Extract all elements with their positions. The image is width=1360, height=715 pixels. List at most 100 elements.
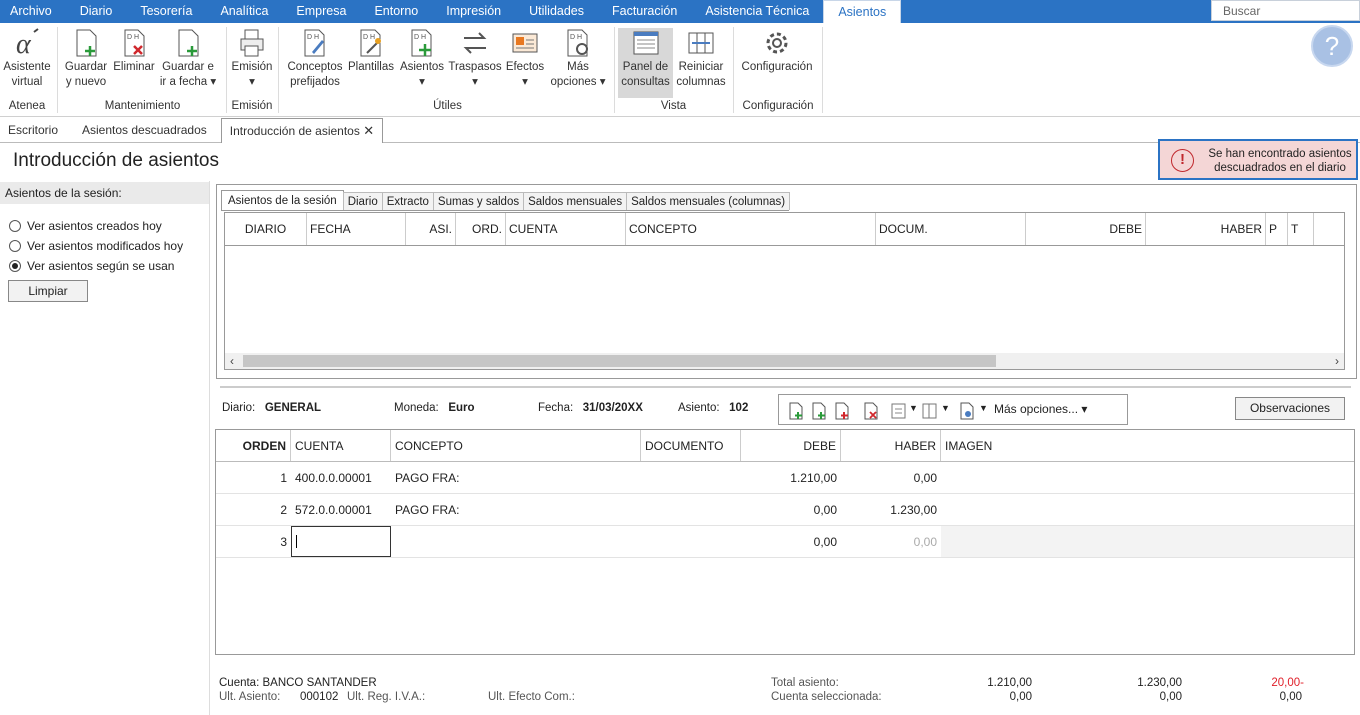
table-row-new[interactable]: 3 0,00 0,00 (216, 526, 1354, 558)
asistente-virtual-button[interactable]: α Asistente virtual (2, 28, 52, 90)
reiniciar-columnas-button[interactable]: Reiniciar columnas (675, 28, 727, 90)
efectos-button[interactable]: Efectos ▾ (504, 28, 546, 90)
tab-introduccion-asientos[interactable]: Introducción de asientos ✕ (220, 118, 384, 143)
tab-asientos-descuadrados[interactable]: Asientos descuadrados (74, 118, 215, 142)
columns-icon (688, 32, 714, 54)
plantillas-button[interactable]: D H Plantillas (346, 28, 396, 75)
cell-concepto[interactable] (391, 526, 641, 557)
col-haber[interactable]: HABER (841, 430, 941, 461)
col-imagen[interactable]: IMAGEN (941, 430, 1061, 461)
menu-diario[interactable]: Diario (66, 0, 127, 23)
conceptos-prefijados-button[interactable]: D H Conceptos prefijados (285, 28, 345, 90)
limpiar-button[interactable]: Limpiar (8, 280, 88, 302)
cell-concepto[interactable]: PAGO FRA: (391, 494, 641, 525)
subtab-sumas-saldos[interactable]: Sumas y saldos (432, 192, 525, 210)
insert-line-icon[interactable] (811, 402, 827, 420)
col-diario[interactable]: DIARIO (225, 213, 307, 245)
group-separator (614, 27, 615, 113)
cell-concepto[interactable]: PAGO FRA: (391, 462, 641, 493)
radio-creados-hoy[interactable]: Ver asientos creados hoy (9, 219, 162, 233)
group-label-atenea: Atenea (8, 100, 46, 112)
append-line-icon[interactable] (834, 402, 850, 420)
col-haber[interactable]: HABER (1146, 213, 1266, 245)
col-ord[interactable]: ORD. (456, 213, 506, 245)
menu-utilidades[interactable]: Utilidades (515, 0, 598, 23)
col-debe[interactable]: DEBE (1026, 213, 1146, 245)
guardar-y-nuevo-button[interactable]: Guardar y nuevo (63, 28, 109, 90)
dropdown-arrow-icon[interactable]: ▼ (909, 403, 918, 413)
col-concepto[interactable]: CONCEPTO (391, 430, 641, 461)
subtab-diario[interactable]: Diario (342, 192, 383, 210)
subtab-saldos-mensuales[interactable]: Saldos mensuales (523, 192, 628, 210)
menu-tesoreria[interactable]: Tesorería (126, 0, 206, 23)
cell-documento[interactable] (641, 462, 741, 493)
cell-debe[interactable]: 0,00 (741, 494, 841, 525)
col-documento[interactable]: DOCUMENTO (641, 430, 741, 461)
delete-line-icon[interactable] (863, 402, 879, 420)
close-icon[interactable]: ✕ (363, 123, 374, 138)
help-icon[interactable]: ? (1311, 25, 1353, 67)
cell-haber[interactable]: 0,00 (841, 526, 941, 557)
traspasos-button[interactable]: Traspasos ▾ (448, 28, 502, 90)
cell-documento[interactable] (641, 526, 741, 557)
guardar-ir-fecha-button[interactable]: Guardar e ir a fecha ▾ (159, 28, 217, 90)
cuenta-edit-input[interactable] (291, 526, 391, 557)
group-separator (733, 27, 734, 113)
menu-analitica[interactable]: Analítica (206, 0, 282, 23)
splitter[interactable] (220, 386, 1351, 388)
copy-lines-icon[interactable] (922, 402, 938, 420)
mas-opciones-menu[interactable]: Más opciones... ▾ (994, 402, 1087, 416)
col-cuenta[interactable]: CUENTA (291, 430, 391, 461)
dropdown-arrow-icon[interactable]: ▼ (979, 403, 988, 413)
menu-facturacion[interactable]: Facturación (598, 0, 691, 23)
scroll-left-icon[interactable]: ‹ (230, 353, 234, 369)
cell-cuenta[interactable]: 572.0.0.00001 (291, 494, 391, 525)
col-concepto[interactable]: CONCEPTO (626, 213, 876, 245)
search-input[interactable]: Buscar (1211, 0, 1360, 21)
menu-entorno[interactable]: Entorno (360, 0, 432, 23)
menu-empresa[interactable]: Empresa (282, 0, 360, 23)
cell-debe[interactable]: 1.210,00 (741, 462, 841, 493)
subtab-asientos-sesion[interactable]: Asientos de la sesión (221, 190, 344, 210)
col-t[interactable]: T (1288, 213, 1314, 245)
radio-segun-se-usan[interactable]: Ver asientos según se usan (9, 259, 174, 273)
menu-archivo[interactable]: Archivo (0, 0, 66, 23)
tab-escritorio[interactable]: Escritorio (0, 118, 66, 142)
cell-cuenta[interactable]: 400.0.0.00001 (291, 462, 391, 493)
cell-haber[interactable]: 0,00 (841, 462, 941, 493)
mas-opciones-button[interactable]: D H Más opciones ▾ (548, 28, 608, 90)
panel-consultas-button[interactable]: Panel de consultas (618, 28, 673, 98)
col-cuenta[interactable]: CUENTA (506, 213, 626, 245)
col-fecha[interactable]: FECHA (307, 213, 406, 245)
emision-button[interactable]: Emisión ▾ (230, 28, 274, 90)
table-row[interactable]: 1 400.0.0.00001 PAGO FRA: 1.210,00 0,00 (216, 462, 1354, 494)
menu-asientos[interactable]: Asientos (823, 0, 902, 23)
col-asi[interactable]: ASI. (406, 213, 456, 245)
scroll-thumb[interactable] (243, 355, 996, 367)
cell-debe[interactable]: 0,00 (741, 526, 841, 557)
document-settings-icon[interactable] (959, 402, 975, 420)
svg-text:D H: D H (414, 34, 426, 41)
col-debe[interactable]: DEBE (741, 430, 841, 461)
cell-documento[interactable] (641, 494, 741, 525)
add-line-icon[interactable] (788, 402, 804, 420)
configuracion-button[interactable]: Configuración (738, 28, 816, 75)
menu-impresion[interactable]: Impresión (432, 0, 515, 23)
check-list-icon[interactable] (891, 402, 907, 420)
scroll-right-icon[interactable]: › (1335, 353, 1339, 369)
asientos-button[interactable]: D H Asientos ▾ (398, 28, 446, 90)
table-row[interactable]: 2 572.0.0.00001 PAGO FRA: 0,00 1.230,00 (216, 494, 1354, 526)
horizontal-scrollbar[interactable]: ‹ › (225, 353, 1344, 369)
subtab-extracto[interactable]: Extracto (381, 192, 434, 210)
col-p[interactable]: P (1266, 213, 1288, 245)
radio-modificados-hoy[interactable]: Ver asientos modificados hoy (9, 239, 183, 253)
subtab-saldos-mensuales-columnas[interactable]: Saldos mensuales (columnas) (626, 192, 791, 210)
col-orden[interactable]: ORDEN (216, 430, 291, 461)
dropdown-arrow-icon[interactable]: ▼ (941, 403, 950, 413)
col-docum[interactable]: DOCUM. (876, 213, 1026, 245)
cell-haber[interactable]: 1.230,00 (841, 494, 941, 525)
menu-asistencia-tecnica[interactable]: Asistencia Técnica (691, 0, 823, 23)
eliminar-button[interactable]: D H Eliminar (112, 28, 156, 75)
observaciones-button[interactable]: Observaciones (1235, 397, 1345, 420)
entry-toolbar: ▼ ▼ ▼ Más opciones... ▾ (778, 394, 1128, 425)
